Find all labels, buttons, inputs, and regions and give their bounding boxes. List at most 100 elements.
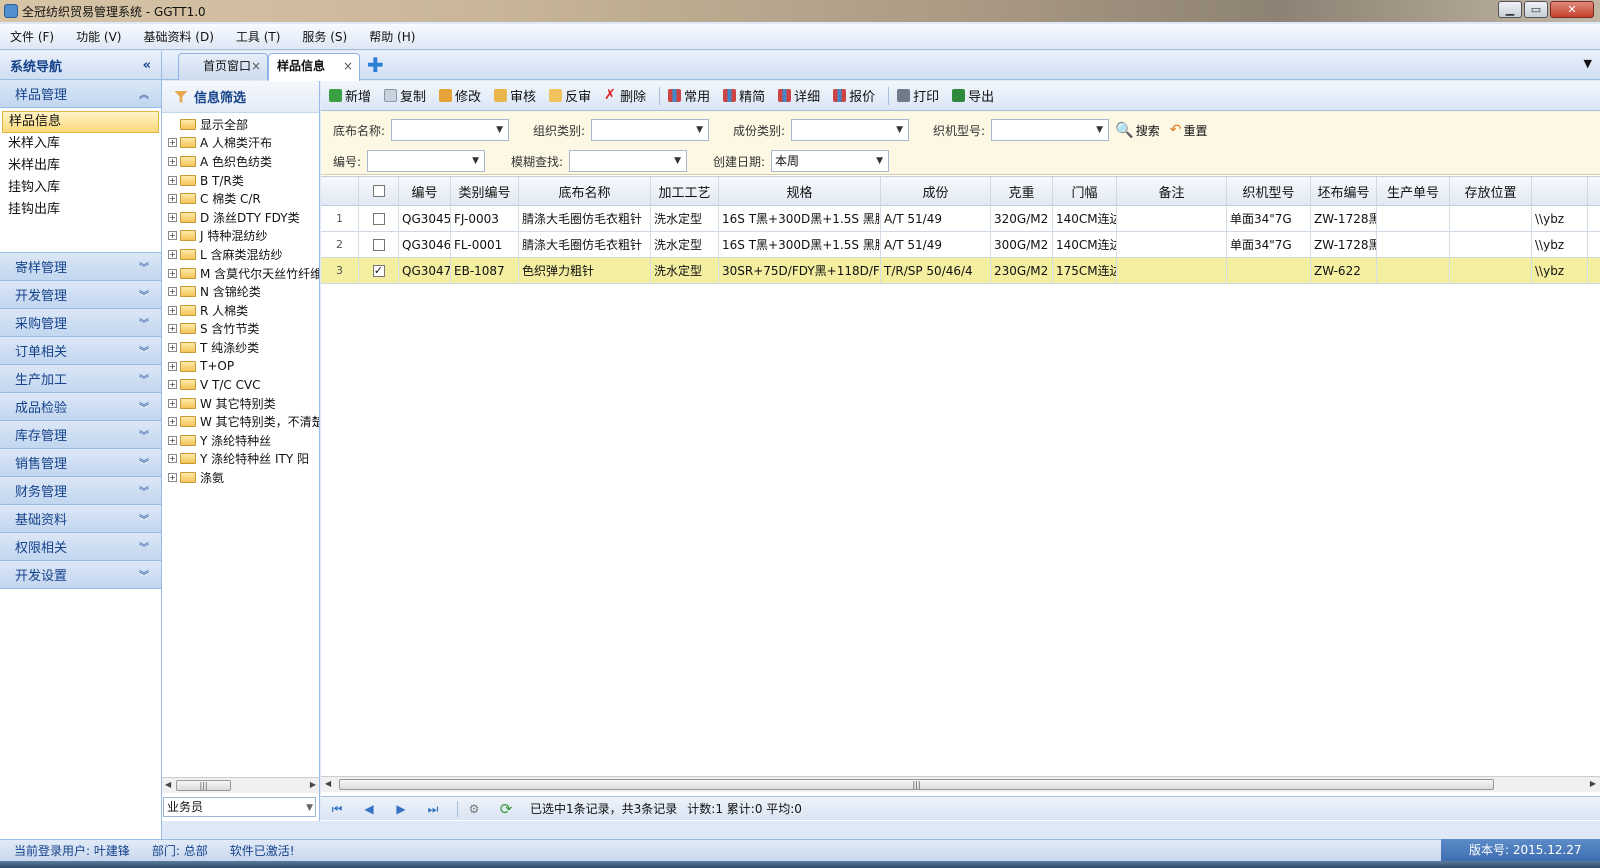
menu-file[interactable]: 文件 (F): [10, 28, 54, 45]
nav-section-5[interactable]: 成品检验 ︾: [0, 393, 161, 421]
row-checkbox[interactable]: ✓: [372, 264, 385, 277]
nav-section-10[interactable]: 权限相关 ︾: [0, 533, 161, 561]
code-select[interactable]: ▼: [367, 150, 485, 172]
column-header[interactable]: 成份: [881, 177, 991, 205]
column-header[interactable]: 备注: [1117, 177, 1227, 205]
row-checkbox[interactable]: [372, 238, 385, 251]
expand-icon[interactable]: +: [168, 212, 177, 222]
expand-icon[interactable]: +: [168, 435, 177, 445]
nav-section-8[interactable]: 财务管理 ︾: [0, 477, 161, 505]
column-header[interactable]: 生产单号: [1377, 177, 1450, 205]
scroll-right-icon[interactable]: ▶: [1590, 779, 1596, 788]
last-page-icon[interactable]: ⏭: [425, 801, 441, 817]
nav-section-sample-management[interactable]: 样品管理 ︽: [0, 80, 161, 108]
add-tab-icon[interactable]: ✚: [367, 55, 384, 75]
tree-node[interactable]: 显示全部: [168, 115, 319, 134]
edit-button[interactable]: 修改: [439, 86, 481, 105]
fuzzy-search-select[interactable]: ▼: [569, 150, 687, 172]
nav-item-meter-sample-out[interactable]: 米样出库: [2, 155, 159, 177]
column-header[interactable]: 存放位置: [1450, 177, 1532, 205]
nav-item-hook-in[interactable]: 挂钩入库: [2, 177, 159, 199]
expand-icon[interactable]: +: [168, 268, 177, 278]
tree-node[interactable]: + B T/R类: [168, 171, 319, 190]
expand-icon[interactable]: +: [168, 231, 177, 241]
copy-button[interactable]: 复制: [384, 86, 426, 105]
fabric-name-select[interactable]: ▼: [391, 119, 509, 141]
tree-node[interactable]: + M 含莫代尔天丝竹纤维: [168, 264, 319, 283]
tree-node[interactable]: + D 涤丝DTY FDY类: [168, 208, 319, 227]
tree-node[interactable]: + W 其它特别类，不清楚: [168, 413, 319, 432]
expand-icon[interactable]: +: [168, 324, 177, 334]
nav-section-2[interactable]: 采购管理 ︾: [0, 309, 161, 337]
tree-node[interactable]: + 涤氨: [168, 468, 319, 487]
prev-page-icon[interactable]: ◀: [361, 801, 377, 817]
menu-function[interactable]: 功能 (V): [76, 28, 121, 45]
close-tab-icon[interactable]: ×: [251, 54, 261, 78]
first-page-icon[interactable]: ⏮: [329, 801, 345, 817]
nav-section-1[interactable]: 开发管理 ︾: [0, 281, 161, 309]
tree-node[interactable]: + S 含竹节类: [168, 320, 319, 339]
expand-icon[interactable]: +: [168, 380, 177, 390]
nav-section-3[interactable]: 订单相关 ︾: [0, 337, 161, 365]
tree-node[interactable]: + C 棉类 C/R: [168, 189, 319, 208]
composition-type-select[interactable]: ▼: [791, 119, 909, 141]
menu-basic-data[interactable]: 基础资料 (D): [143, 28, 213, 45]
column-header[interactable]: 加工工艺: [651, 177, 719, 205]
created-date-select[interactable]: 本周 ▼: [771, 150, 889, 172]
minimize-button[interactable]: ▁: [1498, 1, 1522, 18]
delete-button[interactable]: ✗ 删除: [604, 86, 646, 105]
grid-hscroll[interactable]: ◀ ||| ▶: [321, 776, 1600, 792]
expand-icon[interactable]: +: [168, 473, 177, 483]
expand-icon[interactable]: +: [168, 249, 177, 259]
column-header[interactable]: 门幅: [1053, 177, 1117, 205]
column-header[interactable]: 底布名称: [519, 177, 651, 205]
tree-node[interactable]: + A 人棉类汗布: [168, 134, 319, 153]
scroll-left-icon[interactable]: ◀: [325, 779, 331, 788]
compact-view-button[interactable]: 精简: [723, 86, 765, 105]
collapse-nav-icon[interactable]: «: [143, 58, 151, 73]
maximize-button[interactable]: ▭: [1524, 1, 1548, 18]
menu-service[interactable]: 服务 (S): [302, 28, 347, 45]
expand-icon[interactable]: +: [168, 454, 177, 464]
expand-icon[interactable]: +: [168, 175, 177, 185]
expand-icon[interactable]: +: [168, 398, 177, 408]
approve-button[interactable]: 审核: [494, 86, 536, 105]
nav-item-meter-sample-in[interactable]: 米样入库: [2, 133, 159, 155]
tree-node[interactable]: + T 纯涤纱类: [168, 338, 319, 357]
tree-node[interactable]: + L 含麻类混纺纱: [168, 245, 319, 264]
scroll-left-icon[interactable]: ◀: [165, 780, 171, 789]
add-button[interactable]: 新增: [329, 86, 371, 105]
table-row[interactable]: 1 QG3045 FJ-0003 腈涤大毛圈仿毛衣粗针 洗水定型 16S T黑+300D黑…: [321, 206, 1600, 232]
column-header[interactable]: 类别编号: [451, 177, 519, 205]
reset-button[interactable]: ↶ 重置: [1170, 122, 1208, 139]
tree-node[interactable]: + A 色织色纺类: [168, 152, 319, 171]
common-view-button[interactable]: 常用: [668, 86, 710, 105]
nav-section-6[interactable]: 库存管理 ︾: [0, 421, 161, 449]
expand-icon[interactable]: +: [168, 305, 177, 315]
expand-icon[interactable]: +: [168, 287, 177, 297]
export-button[interactable]: 导出: [952, 86, 994, 105]
table-row[interactable]: 3 ✓ QG3047 EB-1087 色织弹力粗针 洗水定型 30SR+75D/FDY黑+1…: [321, 258, 1600, 284]
next-page-icon[interactable]: ▶: [393, 801, 409, 817]
tab-home[interactable]: 首页窗口 ×: [178, 53, 268, 80]
scroll-thumb[interactable]: |||: [339, 779, 1494, 790]
settings-gear-icon[interactable]: ⚙: [466, 801, 482, 817]
tab-menu-icon[interactable]: ▼: [1584, 57, 1592, 70]
machine-model-select[interactable]: ▼: [991, 119, 1109, 141]
refresh-icon[interactable]: ⟳: [498, 801, 514, 817]
detail-view-button[interactable]: 详细: [778, 86, 820, 105]
close-tab-icon[interactable]: ×: [343, 54, 353, 78]
expand-icon[interactable]: +: [168, 194, 177, 204]
tree-node[interactable]: + Y 涤纶特种丝 ITY 阳: [168, 450, 319, 469]
nav-section-9[interactable]: 基础资料 ︾: [0, 505, 161, 533]
nav-section-11[interactable]: 开发设置 ︾: [0, 561, 161, 589]
menu-tools[interactable]: 工具 (T): [236, 28, 281, 45]
tree-node[interactable]: + T+OP: [168, 357, 319, 376]
column-header[interactable]: 克重: [991, 177, 1053, 205]
salesperson-select[interactable]: 业务员 ▼: [163, 797, 316, 817]
close-window-button[interactable]: ✕: [1550, 1, 1594, 18]
scroll-thumb[interactable]: |||: [176, 780, 231, 791]
row-checkbox[interactable]: [372, 212, 385, 225]
expand-icon[interactable]: +: [168, 156, 177, 166]
print-button[interactable]: 打印: [897, 86, 939, 105]
